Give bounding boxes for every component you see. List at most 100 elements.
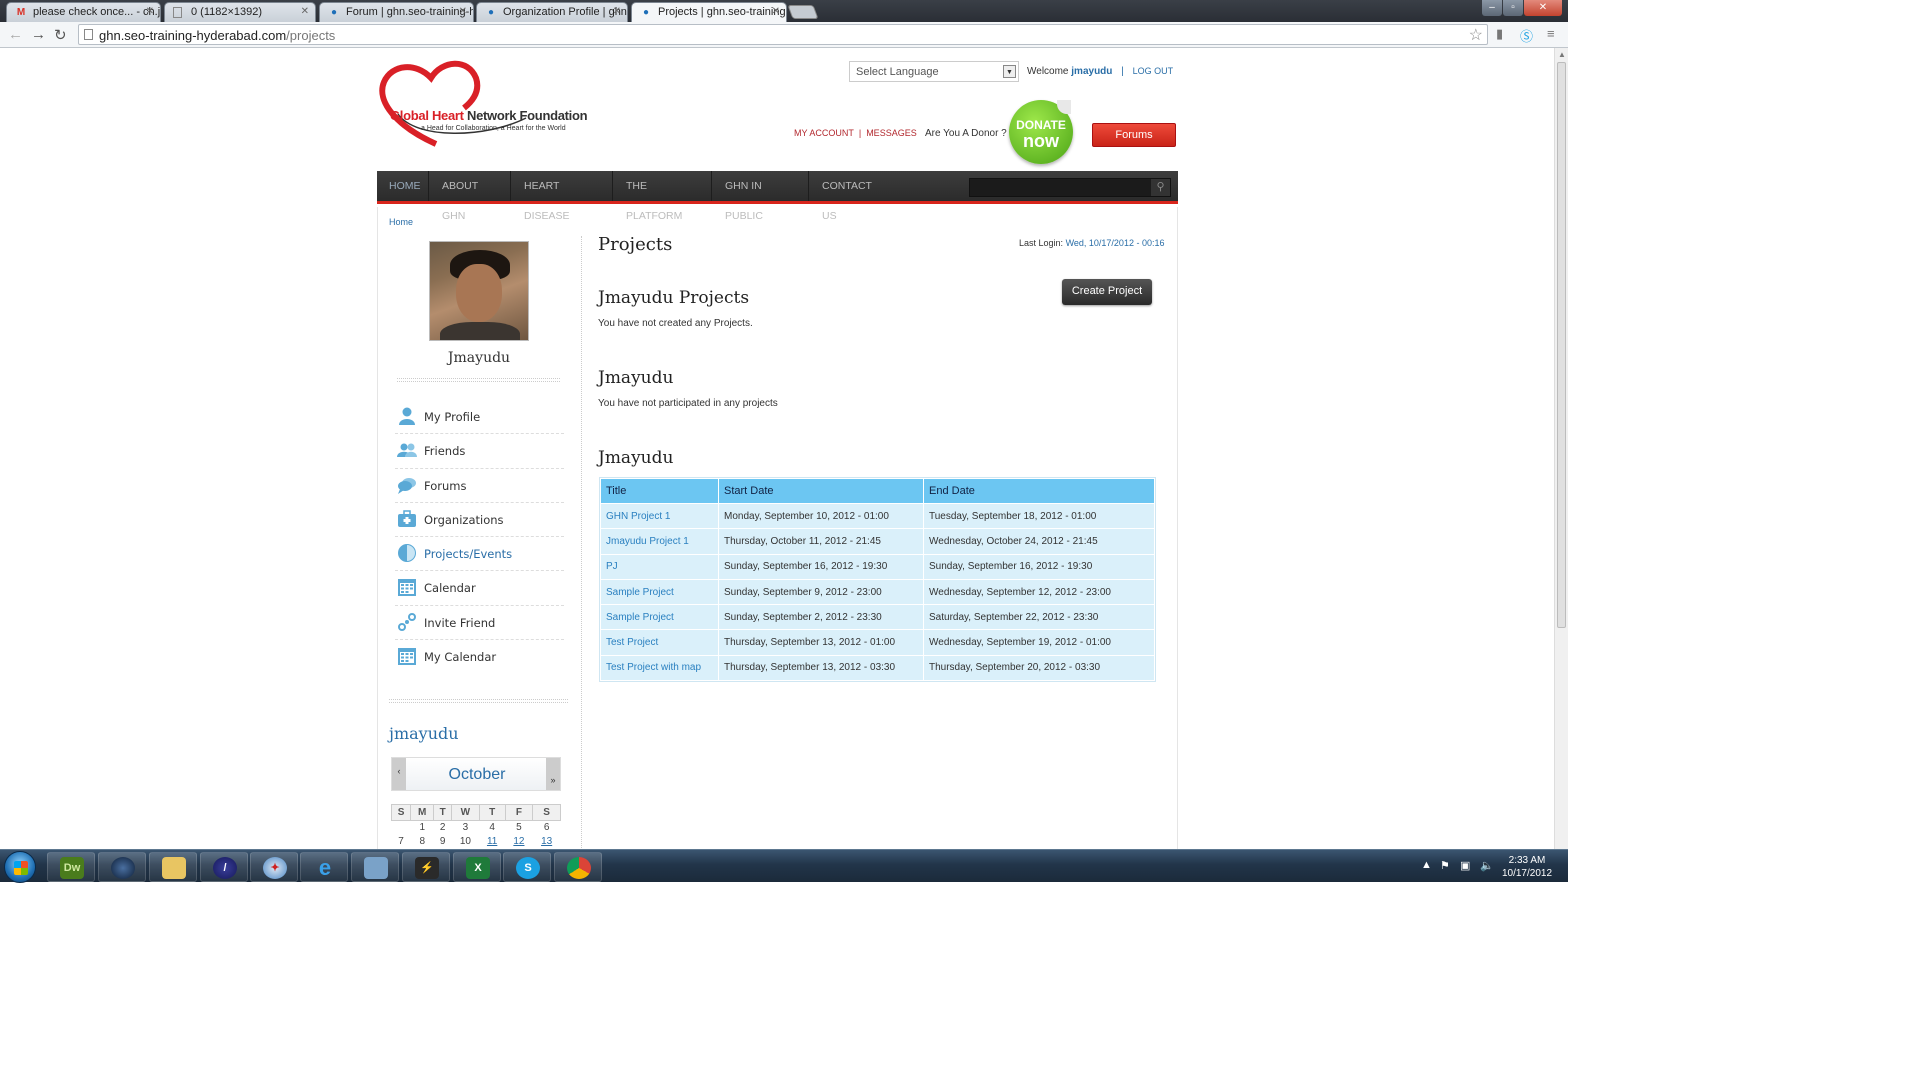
logout-link[interactable]: LOG OUT [1133,66,1174,76]
search-icon[interactable]: ⚲ [1151,179,1170,196]
username-link[interactable]: jmayudu [1071,66,1112,77]
browser-tab[interactable]: 0 (1182×1392) ✕ [164,2,316,22]
eclipse-icon[interactable]: / [200,852,248,882]
table-row: Jmayudu Project 1 Thursday, October 11, 2… [601,529,1154,554]
nav-heart-disease[interactable]: HEART DISEASE [512,171,613,222]
scroll-up-icon[interactable]: ▲ [1558,50,1566,59]
address-bar[interactable]: ghn.seo-training-hyderabad.com/projects … [78,24,1488,45]
messages-link[interactable]: MESSAGES [866,128,917,138]
nav-contact-us[interactable]: CONTACT US [810,171,900,222]
network-icon[interactable]: ▣ [1460,859,1470,872]
end-date: Thursday, September 20, 2012 - 03:30 [924,655,1154,681]
site-logo[interactable]: Global Heart Network Foundation a Head f… [376,56,616,152]
my-account-link[interactable]: MY ACCOUNT [794,128,854,138]
nav-about-ghn[interactable]: ABOUT GHN [430,171,511,222]
end-date: Wednesday, September 12, 2012 - 23:00 [924,579,1154,605]
close-icon[interactable]: ✕ [613,6,621,17]
browser-tab[interactable]: M please check once... - ch.jr ✕ [6,2,161,22]
close-icon[interactable]: ✕ [301,6,309,17]
clock-date: 10/17/2012 [1501,868,1553,879]
start-orb[interactable] [4,851,36,883]
column-header-start-date[interactable]: Start Date [719,479,923,503]
sidebar-item-calendar[interactable]: Calendar [395,571,564,606]
excel-icon[interactable]: X [453,852,501,882]
column-header-end-date[interactable]: End Date [924,479,1154,503]
welcome-prefix: Welcome [1027,66,1069,77]
search-input[interactable]: ⚲ [969,178,1171,197]
browser-tab-active[interactable]: ● Projects | ghn.seo-training ✕ [631,2,787,23]
internet-explorer-icon[interactable]: e [300,852,348,882]
minimize-icon[interactable]: – [1482,0,1502,16]
reload-icon[interactable]: ↻ [54,26,67,44]
chrome-icon[interactable] [554,852,602,882]
menu-wrench-icon[interactable]: ≡ [1547,26,1555,41]
last-login-value: Wed, 10/17/2012 - 00:16 [1065,238,1165,248]
nav-home[interactable]: HOME [377,171,429,201]
calendar-day-link[interactable]: 11 [479,835,505,849]
calendar-day-link[interactable]: 13 [533,835,561,849]
profile-name: Jmayudu [447,350,511,366]
calendar-header: ‹ October » [391,757,561,791]
skype-extension-icon[interactable]: Ⓢ [1520,26,1533,45]
avatar[interactable] [429,241,529,341]
end-date: Saturday, September 22, 2012 - 23:30 [924,605,1154,630]
column-header-title[interactable]: Title [601,479,718,503]
safari-icon[interactable]: ✦ [250,852,298,882]
nav-the-platform[interactable]: THE PLATFORM [614,171,712,222]
calendar-day-link[interactable]: 12 [505,835,533,849]
project-title-link[interactable]: Sample Project [601,579,718,605]
sidebar-item-organizations[interactable]: Organizations [395,503,564,538]
volume-icon[interactable]: 🔈 [1480,859,1494,872]
show-hidden-icons[interactable]: ▲ [1421,859,1432,871]
winamp-icon[interactable]: ⚡ [402,852,450,882]
forums-button[interactable]: Forums [1092,123,1176,147]
project-title-link[interactable]: Jmayudu Project 1 [601,529,718,554]
breadcrumb[interactable]: Home [389,217,413,227]
calendar-next-button[interactable]: » [546,758,560,790]
project-title-link[interactable]: GHN Project 1 [601,504,718,529]
explorer-folder-icon[interactable] [149,852,197,882]
create-project-button[interactable]: Create Project [1062,279,1152,305]
sidebar-item-my-calendar[interactable]: My Calendar [395,640,564,674]
back-icon[interactable]: ← [8,26,23,43]
end-date: Sunday, September 16, 2012 - 19:30 [924,554,1154,579]
new-tab-button[interactable] [787,5,819,19]
windows-flag-icon [14,861,28,875]
taskbar-clock[interactable]: 2:33 AM 10/17/2012 [1498,854,1556,880]
action-center-flag-icon[interactable]: ⚑ [1440,859,1450,872]
sidebar-item-invite-friend[interactable]: Invite Friend [395,606,564,641]
donate-now-badge[interactable]: DONATE now [1009,100,1073,164]
language-select[interactable]: Select Language ▼ [849,61,1019,82]
sidebar-item-forums[interactable]: Forums [395,469,564,503]
maximize-icon[interactable]: ▫ [1503,0,1523,16]
sidebar-item-projects-events[interactable]: Projects/Events [395,537,564,572]
globe-icon[interactable] [98,852,146,882]
forward-icon[interactable]: → [31,26,46,43]
sidebar-item-friends[interactable]: Friends [395,434,564,469]
project-title-link[interactable]: PJ [601,554,718,579]
project-title-link[interactable]: Sample Project [601,605,718,630]
project-title-link[interactable]: Test Project [601,630,718,655]
close-window-icon[interactable]: ✕ [1524,0,1562,16]
scrollbar-thumb[interactable] [1557,62,1566,628]
close-icon[interactable]: ✕ [459,6,467,17]
calendar-user-title[interactable]: jmayudu [389,724,459,743]
browser-tab[interactable]: ● Forum | ghn.seo-training-h ✕ [319,2,474,22]
bookmark-star-icon[interactable]: ☆ [1469,25,1483,45]
close-icon[interactable]: ✕ [146,6,154,17]
calendar-day: 9 [439,836,446,847]
calendar-day: 5 [516,822,522,834]
close-icon[interactable]: ✕ [772,6,780,17]
remote-desktop-icon[interactable] [351,852,399,882]
project-title-link[interactable]: Test Project with map [601,655,718,681]
nav-ghn-in-public[interactable]: GHN IN PUBLIC [713,171,809,222]
logo-tagline: a Head for Collaboration, a Heart for th… [421,125,566,132]
dreamweaver-icon[interactable]: Dw [47,852,95,882]
briefcase-icon [398,510,416,527]
avatar-face [456,264,502,322]
browser-tab[interactable]: ● Organization Profile | ghn.s ✕ [476,2,628,22]
skype-icon[interactable]: S [503,852,551,882]
signal-icon[interactable]: ▮ [1496,26,1503,42]
sidebar-item-my-profile[interactable]: My Profile [395,400,564,435]
page-scrollbar[interactable]: ▲ [1554,48,1568,849]
